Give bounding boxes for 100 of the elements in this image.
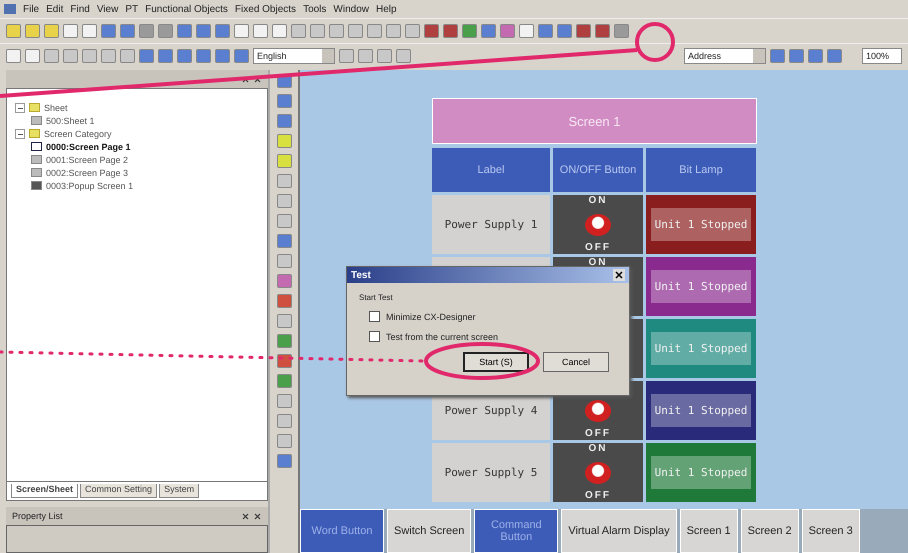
toolbar-button[interactable] [158, 49, 173, 63]
toolbar-button[interactable] [405, 24, 420, 38]
toolbar-button[interactable] [82, 24, 97, 38]
toolbar-button[interactable] [396, 49, 411, 63]
menu-item[interactable]: Find [70, 4, 90, 14]
menu-item[interactable]: Help [376, 4, 397, 14]
toolbar-button[interactable] [595, 24, 610, 38]
panel-tab[interactable]: Screen/Sheet [11, 484, 78, 498]
toolbar-button[interactable] [424, 24, 439, 38]
toolbar-button[interactable] [276, 274, 292, 288]
toolbar-button[interactable] [276, 254, 292, 268]
toolbar-button[interactable] [120, 24, 135, 38]
toolbar-button[interactable] [367, 24, 382, 38]
toolbar-button[interactable] [481, 24, 496, 38]
toolbar-button[interactable] [291, 24, 306, 38]
toolbar-button[interactable] [276, 414, 292, 428]
toolbar-button[interactable] [276, 454, 292, 468]
menu-item[interactable]: Window [333, 4, 369, 14]
toolbar-button[interactable] [82, 49, 97, 63]
toolbar-button[interactable] [139, 49, 154, 63]
toolbar-button[interactable] [120, 49, 135, 63]
toolbar-button[interactable] [276, 134, 292, 148]
toolbar-button[interactable] [386, 24, 401, 38]
toolbar-button[interactable] [6, 49, 21, 63]
menu-item[interactable]: Edit [46, 4, 64, 14]
toolbar-button[interactable] [557, 24, 572, 38]
toolbar-button[interactable] [25, 24, 40, 38]
toolbar-button[interactable] [234, 49, 249, 63]
toolbar-button[interactable] [276, 114, 292, 128]
toolbar-button[interactable] [196, 49, 211, 63]
toolbar-button[interactable] [215, 49, 230, 63]
toolbar-button[interactable] [276, 194, 292, 208]
object-button[interactable]: Switch Screen [387, 509, 472, 553]
toolbar-button[interactable] [276, 94, 292, 108]
toolbar-button[interactable] [215, 24, 230, 38]
dialog-button[interactable]: Cancel [543, 352, 609, 372]
menu-item[interactable]: Functional Objects [145, 4, 228, 14]
checkbox[interactable] [369, 331, 380, 342]
toolbar-button[interactable] [789, 49, 804, 63]
toolbar-button[interactable] [538, 24, 553, 38]
toolbar-button[interactable] [276, 294, 292, 308]
toolbar-button[interactable] [44, 24, 59, 38]
dialog-button[interactable]: Start (S) [463, 352, 529, 372]
object-button[interactable]: Virtual Alarm Display [561, 509, 677, 553]
toolbar-button[interactable] [358, 49, 373, 63]
toolbar-button[interactable] [310, 24, 325, 38]
toolbar-button[interactable] [6, 24, 21, 38]
tree-item[interactable]: Screen Category [44, 128, 112, 138]
tree-item[interactable]: 0000:Screen Page 1 [46, 142, 131, 152]
toolbar-button[interactable] [519, 24, 534, 38]
zoom-field[interactable]: 100% [862, 48, 902, 64]
toolbar-button[interactable] [329, 24, 344, 38]
tree-item[interactable]: 0001:Screen Page 2 [46, 154, 128, 164]
on-off-button[interactable]: ON OFF [553, 195, 643, 254]
toolbar-button[interactable] [348, 24, 363, 38]
toolbar-button[interactable] [276, 314, 292, 328]
tree-item[interactable]: 0003:Popup Screen 1 [46, 180, 134, 190]
object-button[interactable]: Screen 2 [740, 509, 799, 553]
collapse-icon[interactable] [15, 128, 25, 138]
toolbar-button[interactable] [377, 49, 392, 63]
toolbar-button[interactable] [234, 24, 249, 38]
language-dropdown[interactable]: English [253, 48, 335, 64]
collapse-icon[interactable] [15, 102, 25, 112]
object-button[interactable]: Screen 3 [802, 509, 860, 553]
toolbar-button[interactable] [276, 354, 292, 368]
toolbar-button[interactable] [177, 49, 192, 63]
toolbar-button[interactable] [101, 24, 116, 38]
close-icon[interactable] [613, 269, 625, 281]
toolbar-button[interactable] [276, 214, 292, 228]
toolbar-button[interactable] [276, 374, 292, 388]
toolbar-button[interactable] [276, 174, 292, 188]
checkbox[interactable] [369, 311, 380, 322]
close-icon[interactable] [242, 512, 262, 520]
panel-tab[interactable]: System [159, 484, 200, 498]
tree-item[interactable]: 0002:Screen Page 3 [46, 168, 128, 178]
toolbar-button[interactable] [276, 154, 292, 168]
tree-item[interactable]: Sheet [44, 102, 68, 112]
toolbar-button[interactable] [827, 49, 842, 63]
toolbar-button[interactable] [443, 24, 458, 38]
panel-tab[interactable]: Common Setting [80, 484, 158, 498]
menu-item[interactable]: View [96, 4, 118, 14]
menu-item[interactable]: Fixed Objects [234, 4, 296, 14]
toolbar-button[interactable] [44, 49, 59, 63]
on-off-button[interactable]: ON OFF [553, 443, 643, 502]
toolbar-button[interactable] [63, 24, 78, 38]
toolbar-button[interactable] [276, 434, 292, 448]
menu-item[interactable]: Tools [303, 4, 326, 14]
address-dropdown[interactable]: Address [684, 48, 766, 64]
tree-item[interactable]: 500:Sheet 1 [46, 116, 95, 126]
object-button[interactable]: Screen 1 [680, 509, 738, 553]
toolbar-button[interactable] [196, 24, 211, 38]
toolbar-button[interactable] [253, 24, 268, 38]
toolbar-button[interactable] [276, 234, 292, 248]
toolbar-button[interactable] [25, 49, 40, 63]
toolbar-button[interactable] [63, 49, 78, 63]
toolbar-button[interactable] [177, 24, 192, 38]
toolbar-button[interactable] [770, 49, 785, 63]
toolbar-button[interactable] [808, 49, 823, 63]
menu-item[interactable]: File [23, 4, 40, 14]
toolbar-button[interactable] [276, 394, 292, 408]
